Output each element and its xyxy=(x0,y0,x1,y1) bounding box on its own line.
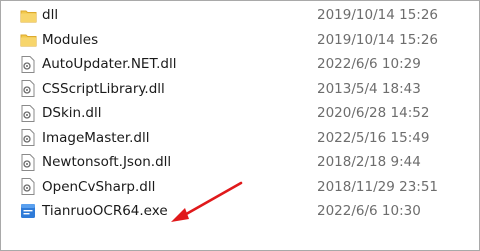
file-row-dskin[interactable]: DSkin.dll 2020/6/28 14:52 xyxy=(1,101,479,126)
file-name: TianruoOCR64.exe xyxy=(42,203,168,220)
file-row-newtonsoft[interactable]: Newtonsoft.Json.dll 2018/2/18 9:44 xyxy=(1,150,479,175)
dll-file-icon xyxy=(19,104,37,122)
file-name: dll xyxy=(42,7,59,24)
file-row-opencvsharp[interactable]: OpenCvSharp.dll 2018/11/29 23:51 xyxy=(1,175,479,200)
file-date: 2019/10/14 15:26 xyxy=(317,7,439,24)
file-date: 2018/11/29 23:51 xyxy=(317,178,439,195)
file-row-imagemaster[interactable]: ImageMaster.dll 2022/5/16 15:49 xyxy=(1,126,479,151)
dll-file-icon xyxy=(19,178,37,196)
folder-icon xyxy=(19,6,37,24)
exe-app-icon xyxy=(19,202,37,220)
file-row-csscriptlibrary[interactable]: CSScriptLibrary.dll 2013/5/4 18:43 xyxy=(1,77,479,102)
dll-file-icon xyxy=(19,153,37,171)
file-date: 2013/5/4 18:43 xyxy=(317,80,421,97)
file-date: 2022/6/6 10:29 xyxy=(317,56,421,73)
file-name: DSkin.dll xyxy=(42,105,102,122)
file-date: 2020/6/28 14:52 xyxy=(317,105,430,122)
file-row-tianruoocr64-exe[interactable]: TianruoOCR64.exe 2022/6/6 10:30 xyxy=(1,199,479,224)
file-date: 2018/2/18 9:44 xyxy=(317,154,421,171)
file-row-dll-folder[interactable]: dll 2019/10/14 15:26 xyxy=(1,3,479,28)
file-date: 2022/6/6 10:30 xyxy=(317,203,421,220)
dll-file-icon xyxy=(19,80,37,98)
file-explorer-list: dll 2019/10/14 15:26 Modules 2019/10/14 … xyxy=(0,0,480,251)
dll-file-icon xyxy=(19,55,37,73)
file-name: CSScriptLibrary.dll xyxy=(42,80,165,97)
file-date: 2019/10/14 15:26 xyxy=(317,31,439,48)
file-name: OpenCvSharp.dll xyxy=(42,178,156,195)
folder-icon xyxy=(19,31,37,49)
file-list: dll 2019/10/14 15:26 Modules 2019/10/14 … xyxy=(1,3,479,224)
file-row-autoupdater[interactable]: AutoUpdater.NET.dll 2022/6/6 10:29 xyxy=(1,52,479,77)
file-name: ImageMaster.dll xyxy=(42,129,150,146)
file-row-modules-folder[interactable]: Modules 2019/10/14 15:26 xyxy=(1,28,479,53)
file-date: 2022/5/16 15:49 xyxy=(317,129,430,146)
file-name: Newtonsoft.Json.dll xyxy=(42,154,172,171)
file-name: AutoUpdater.NET.dll xyxy=(42,56,177,73)
dll-file-icon xyxy=(19,129,37,147)
file-name: Modules xyxy=(42,31,99,48)
